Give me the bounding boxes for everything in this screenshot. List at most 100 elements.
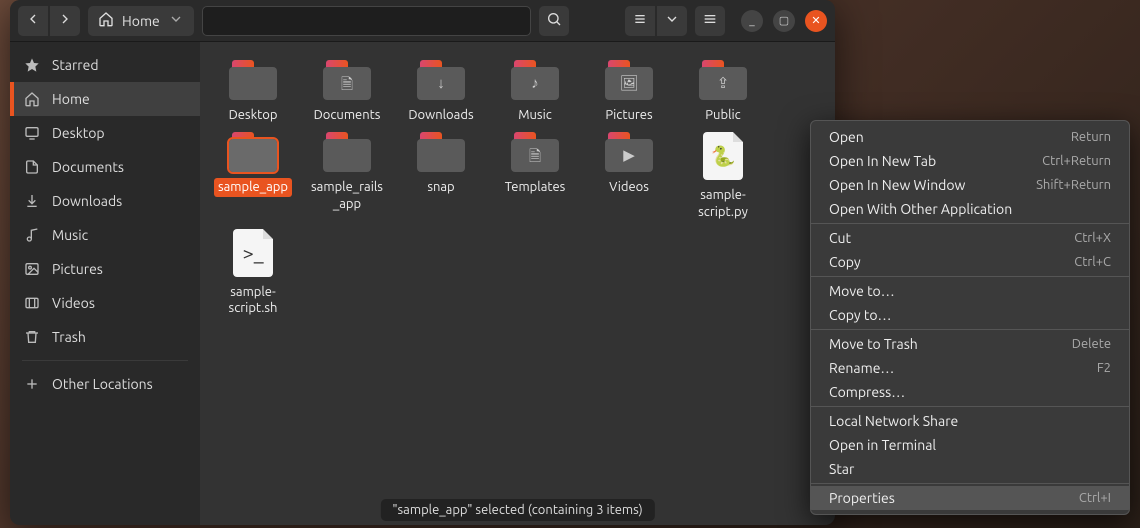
sidebar-item-other-locations[interactable]: Other Locations: [10, 367, 200, 401]
nav-back-button[interactable]: [18, 6, 48, 36]
file-item[interactable]: sample_app: [206, 128, 300, 225]
folder-icon: 🗎: [511, 132, 559, 172]
context-menu-label: Move to…: [829, 283, 895, 299]
context-menu-accelerator: Ctrl+X: [1074, 231, 1111, 245]
file-item[interactable]: 🗎Documents: [300, 56, 394, 128]
context-menu-item-move-to-trash[interactable]: Move to TrashDelete: [811, 332, 1129, 356]
file-label: Pictures: [601, 106, 656, 124]
home-icon: [98, 11, 114, 30]
chevron-down-icon: [664, 11, 680, 30]
minimize-button[interactable]: _: [741, 10, 763, 32]
sidebar-item-label: Starred: [52, 57, 99, 73]
file-item[interactable]: ▶Videos: [582, 128, 676, 225]
context-menu-label: Open With Other Application: [829, 201, 1012, 217]
sidebar-item-label: Documents: [52, 159, 124, 175]
sidebar-item-label: Music: [52, 227, 88, 243]
file-label: Templates: [501, 178, 570, 196]
content-area[interactable]: Desktop🗎Documents↓Downloads♪Music 🖼 Pictur…: [200, 42, 835, 525]
sidebar-item-documents[interactable]: Documents: [10, 150, 200, 184]
hamburger-icon: [702, 11, 718, 30]
context-menu-label: Open in Terminal: [829, 437, 936, 453]
sidebar-item-label: Home: [52, 91, 90, 107]
context-menu-item-open-in-new-window[interactable]: Open In New WindowShift+Return: [811, 173, 1129, 197]
context-menu-item-properties[interactable]: PropertiesCtrl+I: [811, 486, 1129, 510]
maximize-button[interactable]: ▢: [773, 10, 795, 32]
context-menu-item-open-in-new-tab[interactable]: Open In New TabCtrl+Return: [811, 149, 1129, 173]
file-item[interactable]: ♪Music: [488, 56, 582, 128]
list-view-button[interactable]: [625, 6, 655, 36]
context-menu-accelerator: Delete: [1072, 337, 1111, 351]
location-bar[interactable]: [202, 6, 531, 36]
sidebar: Starred Home Desktop Documents Downloads Musi…: [10, 42, 200, 525]
context-menu-separator: [811, 329, 1129, 330]
path-label: Home: [122, 13, 160, 29]
view-dropdown-button[interactable]: [657, 6, 687, 36]
context-menu-label: Copy: [829, 254, 861, 270]
sidebar-item-label: Desktop: [52, 125, 105, 141]
chevron-left-icon: [25, 11, 41, 30]
file-label: sample_rails_app: [304, 178, 390, 213]
file-item[interactable]: ⇪Public: [676, 56, 770, 128]
file-item[interactable]: Desktop: [206, 56, 300, 128]
maximize-icon: ▢: [779, 14, 789, 27]
context-menu-item-local-network-share[interactable]: Local Network Share: [811, 409, 1129, 433]
context-menu-label: Star: [829, 461, 854, 477]
file-item[interactable]: 🖼 Pictures: [582, 56, 676, 128]
context-menu-item-rename[interactable]: Rename…F2: [811, 356, 1129, 380]
file-item[interactable]: 🗎 Templates: [488, 128, 582, 225]
sidebar-item-trash[interactable]: Trash: [10, 320, 200, 354]
folder-icon: 🗎: [323, 60, 371, 100]
folder-icon: ♪: [511, 60, 559, 100]
context-menu-accelerator: F2: [1097, 361, 1111, 375]
document-icon: >_: [233, 229, 273, 277]
file-item[interactable]: >_sample-script.sh: [206, 225, 300, 322]
file-item[interactable]: ↓Downloads: [394, 56, 488, 128]
doc-icon: [24, 159, 40, 175]
chevron-down-icon: [168, 11, 184, 30]
status-bar: "sample_app" selected (containing 3 item…: [380, 499, 654, 521]
context-menu-label: Copy to…: [829, 307, 891, 323]
chevron-right-icon: [57, 11, 73, 30]
desktop-icon: [24, 125, 40, 141]
context-menu-separator: [811, 223, 1129, 224]
context-menu-label: Cut: [829, 230, 851, 246]
nav-forward-button[interactable]: [50, 6, 80, 36]
context-menu-item-open-with-other-application[interactable]: Open With Other Application: [811, 197, 1129, 221]
file-item[interactable]: sample_rails_app: [300, 128, 394, 225]
file-item[interactable]: 🐍sample-script.py: [676, 128, 770, 225]
close-icon: ✕: [811, 14, 820, 27]
file-label: Videos: [605, 178, 653, 196]
search-button[interactable]: [539, 6, 569, 36]
context-menu-item-move-to[interactable]: Move to…: [811, 279, 1129, 303]
plus-icon: [24, 376, 40, 392]
file-label: Public: [701, 106, 744, 124]
context-menu-item-compress[interactable]: Compress…: [811, 380, 1129, 404]
sidebar-item-starred[interactable]: Starred: [10, 48, 200, 82]
sidebar-item-desktop[interactable]: Desktop: [10, 116, 200, 150]
context-menu-item-copy-to[interactable]: Copy to…: [811, 303, 1129, 327]
folder-icon: [417, 132, 465, 172]
context-menu-label: Open In New Tab: [829, 153, 936, 169]
context-menu-separator: [811, 406, 1129, 407]
hamburger-menu-button[interactable]: [695, 6, 725, 36]
sidebar-item-label: Downloads: [52, 193, 122, 209]
path-pill[interactable]: Home: [88, 6, 194, 36]
context-menu-label: Compress…: [829, 384, 905, 400]
sidebar-item-music[interactable]: Music: [10, 218, 200, 252]
context-menu-label: Local Network Share: [829, 413, 958, 429]
context-menu-item-cut[interactable]: Cut Ctrl+X: [811, 226, 1129, 250]
sidebar-item-videos[interactable]: Videos: [10, 286, 200, 320]
context-menu-item-star[interactable]: Star: [811, 457, 1129, 481]
context-menu-item-open-in-terminal[interactable]: Open in Terminal: [811, 433, 1129, 457]
context-menu-item-open[interactable]: OpenReturn: [811, 125, 1129, 149]
folder-icon: 🖼: [605, 60, 653, 100]
minimize-icon: _: [749, 15, 754, 27]
file-item[interactable]: snap: [394, 128, 488, 225]
sidebar-item-pictures[interactable]: Pictures: [10, 252, 200, 286]
home-icon: [24, 91, 40, 107]
sidebar-item-downloads[interactable]: Downloads: [10, 184, 200, 218]
context-menu-item-copy[interactable]: CopyCtrl+C: [811, 250, 1129, 274]
sidebar-item-home[interactable]: Home: [10, 82, 200, 116]
video-icon: [24, 295, 40, 311]
close-button[interactable]: ✕: [805, 10, 827, 32]
